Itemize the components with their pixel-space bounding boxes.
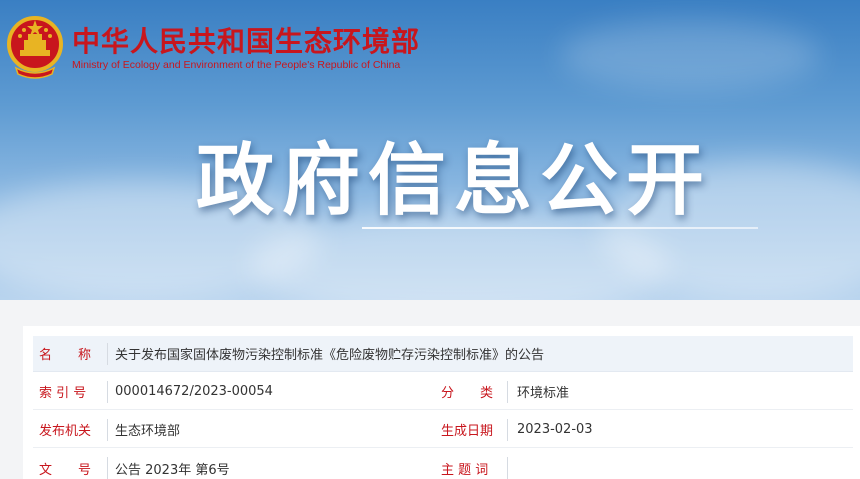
divider [107,457,108,479]
category-value: 环境标准 [517,386,570,401]
info-row-publisher: 发布机关 生态环境部 生成日期 2023-02-03 [33,412,853,448]
category-label: 分 类 [441,386,494,401]
divider [507,457,508,479]
name-value: 关于发布国家固体废物污染控制标准《危险废物贮存污染控制标准》的公告 [115,348,545,363]
divider [507,418,508,441]
info-panel: 名 称 关于发布国家固体废物污染控制标准《危险废物贮存污染控制标准》的公告 索 … [23,326,860,479]
index-value: 000014672/2023-00054 [115,384,273,399]
divider [107,342,108,365]
headline-underline [362,227,758,229]
ministry-name-en[interactable]: Ministry of Ecology and Environment of t… [72,59,400,71]
publisher-value: 生态环境部 [115,424,181,439]
header-banner: 中华人民共和国生态环境部 Ministry of Ecology and Env… [0,0,860,300]
date-label: 生成日期 [441,424,494,439]
info-row-name: 名 称 关于发布国家固体废物污染控制标准《危险废物贮存污染控制标准》的公告 [33,336,853,372]
ministry-name-cn[interactable]: 中华人民共和国生态环境部 [72,20,420,60]
index-label: 索 引 号 [39,386,87,401]
info-row-docno: 文 号 公告 2023年 第6号 主 题 词 [33,450,853,479]
keywords-label: 主 题 词 [441,462,489,478]
page-headline: 政府信息公开 [196,136,713,226]
name-label: 名 称 [39,348,92,363]
info-row-index: 索 引 号 000014672/2023-00054 分 类 环境标准 [33,374,853,410]
date-value: 2023-02-03 [517,422,593,437]
doc-no-label: 文 号 [39,462,92,478]
publisher-label: 发布机关 [39,424,92,439]
divider [507,380,508,403]
divider [107,418,108,441]
divider [107,380,108,403]
cloud-decoration [560,20,820,90]
doc-no-value: 公告 2023年 第6号 [115,462,230,478]
national-emblem-icon[interactable] [6,14,64,80]
